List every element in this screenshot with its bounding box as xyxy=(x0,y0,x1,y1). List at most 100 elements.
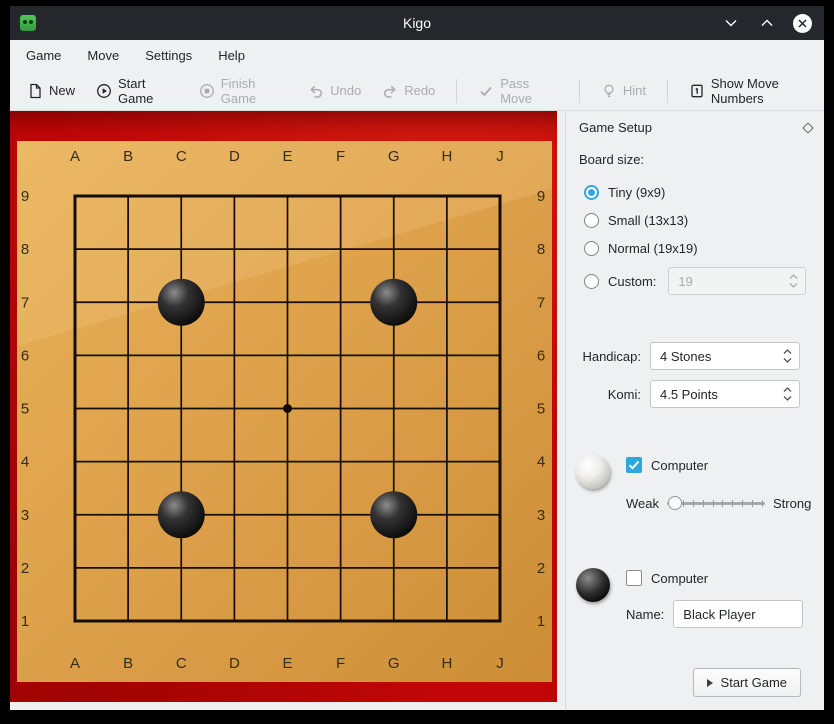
window-controls xyxy=(721,13,812,33)
toolbar-label: Show Move Numbers xyxy=(711,76,824,106)
pass-move-icon xyxy=(478,83,494,99)
board-col-label: C xyxy=(176,148,187,165)
radio-label: Normal (19x19) xyxy=(608,241,698,256)
hint-button[interactable]: Hint xyxy=(601,83,646,99)
board-size-option-1[interactable]: Small (13x13) xyxy=(584,206,824,234)
toolbar-label: Hint xyxy=(623,83,646,98)
panel-header: Game Setup xyxy=(566,111,824,135)
close-icon[interactable] xyxy=(793,14,812,33)
radio-label: Tiny (9x9) xyxy=(608,185,665,200)
custom-size-spinbox[interactable]: 19 xyxy=(668,267,806,295)
board-row-label: 7 xyxy=(537,294,545,311)
toolbar-label: Undo xyxy=(330,83,361,98)
board-col-label: A xyxy=(70,148,80,165)
toolbar-separator xyxy=(456,79,457,103)
black-computer-row: Computer xyxy=(626,569,803,587)
main-area: AABBCCDDEEFFGGHHJJ998877665544332211 Gam… xyxy=(10,111,824,710)
radio-label: Custom: xyxy=(608,274,656,289)
black-name-input[interactable]: Black Player xyxy=(673,600,803,628)
handicap-value: 4 Stones xyxy=(660,349,711,364)
radio-unselected-icon[interactable] xyxy=(584,213,599,228)
white-stone-icon xyxy=(576,455,610,489)
komi-combobox[interactable]: 4.5 Points xyxy=(650,380,800,408)
board-size-option-0[interactable]: Tiny (9x9) xyxy=(584,178,824,206)
board-row-label: 2 xyxy=(537,560,545,577)
play-icon xyxy=(707,679,713,687)
redo-icon xyxy=(382,83,398,99)
board-col-label: B xyxy=(123,655,133,672)
strength-slider-ticks xyxy=(673,500,763,507)
board-col-label: J xyxy=(496,655,504,672)
board-row-label: 9 xyxy=(21,188,29,205)
board-area: AABBCCDDEEFFGGHHJJ998877665544332211 xyxy=(10,111,557,702)
maximize-icon[interactable] xyxy=(757,13,777,33)
board-row-label: 2 xyxy=(21,560,29,577)
toolbar-label: Redo xyxy=(404,83,435,98)
board-col-label: E xyxy=(282,655,292,672)
board-size-options: Tiny (9x9) Small (13x13) Normal (19x19) Cus… xyxy=(584,178,824,295)
board-row-label: 8 xyxy=(21,241,29,258)
start-game-label: Start Game xyxy=(721,675,787,690)
menu-item-move[interactable]: Move xyxy=(87,48,119,63)
radio-unselected-icon[interactable] xyxy=(584,274,599,289)
black-computer-checkbox[interactable] xyxy=(626,570,642,586)
board-size-label: Board size: xyxy=(579,152,824,167)
board-col-label: E xyxy=(282,148,292,165)
radio-unselected-icon[interactable] xyxy=(584,241,599,256)
menu-item-game[interactable]: Game xyxy=(26,48,61,63)
board-row-label: 9 xyxy=(537,188,545,205)
start-game-button[interactable]: Start Game xyxy=(693,668,801,697)
board-col-label: H xyxy=(441,655,452,672)
minimize-icon[interactable] xyxy=(721,13,741,33)
start-game-button[interactable]: Start Game xyxy=(96,76,178,106)
game-setup-panel: Game Setup Board size: Tiny (9x9) Small (… xyxy=(565,111,824,710)
new-button[interactable]: New xyxy=(27,83,75,99)
undo-button[interactable]: Undo xyxy=(308,83,361,99)
go-board[interactable]: AABBCCDDEEFFGGHHJJ998877665544332211 xyxy=(17,141,552,682)
board-row-label: 8 xyxy=(537,241,545,258)
board-row-label: 1 xyxy=(21,613,29,630)
strength-slider[interactable] xyxy=(667,495,765,511)
board-row-label: 3 xyxy=(21,507,29,524)
float-panel-icon[interactable] xyxy=(802,122,813,133)
window-title: Kigo xyxy=(10,15,824,31)
toolbar-separator xyxy=(667,79,668,103)
board-row-label: 3 xyxy=(537,507,545,524)
start-game-icon xyxy=(96,83,112,99)
menu-item-settings[interactable]: Settings xyxy=(145,48,192,63)
white-computer-checkbox[interactable] xyxy=(626,457,642,473)
board-col-label: D xyxy=(229,148,240,165)
board-size-option-2[interactable]: Normal (19x19) xyxy=(584,234,824,262)
black-name-label: Name: xyxy=(626,607,664,622)
board-row-label: 6 xyxy=(21,347,29,364)
white-computer-label: Computer xyxy=(651,458,708,473)
show-move-numbers-button[interactable]: Show Move Numbers xyxy=(689,76,824,106)
strength-weak-label: Weak xyxy=(626,496,659,511)
handicap-label: Handicap: xyxy=(582,349,641,364)
new-icon xyxy=(27,83,43,99)
komi-value: 4.5 Points xyxy=(660,387,718,402)
stone-black-C7 xyxy=(158,279,205,326)
stone-black-G3 xyxy=(370,491,417,538)
board-row-label: 4 xyxy=(21,454,29,471)
slider-handle[interactable] xyxy=(668,496,682,510)
white-player-block: Computer Weak Strong xyxy=(576,455,824,511)
board-size-option-3[interactable]: Custom: 19 xyxy=(584,267,824,295)
pass-move-button[interactable]: Pass Move xyxy=(478,76,558,106)
radio-selected-icon[interactable] xyxy=(584,185,599,200)
titlebar: Kigo xyxy=(10,6,824,40)
menu-item-help[interactable]: Help xyxy=(218,48,245,63)
start-row: Start Game xyxy=(566,668,824,710)
stone-black-G7 xyxy=(370,279,417,326)
panel-title: Game Setup xyxy=(579,120,652,135)
black-stone-icon xyxy=(576,568,610,602)
hint-icon xyxy=(601,83,617,99)
redo-button[interactable]: Redo xyxy=(382,83,435,99)
handicap-combobox[interactable]: 4 Stones xyxy=(650,342,800,370)
show-move-numbers-icon xyxy=(689,83,705,99)
board-col-label: F xyxy=(336,148,345,165)
finish-game-button[interactable]: Finish Game xyxy=(199,76,287,106)
custom-size-value: 19 xyxy=(678,274,692,289)
toolbar: New Start Game Finish Game Undo Redo Pass Mov… xyxy=(10,71,824,111)
toolbar-label: Finish Game xyxy=(221,76,287,106)
